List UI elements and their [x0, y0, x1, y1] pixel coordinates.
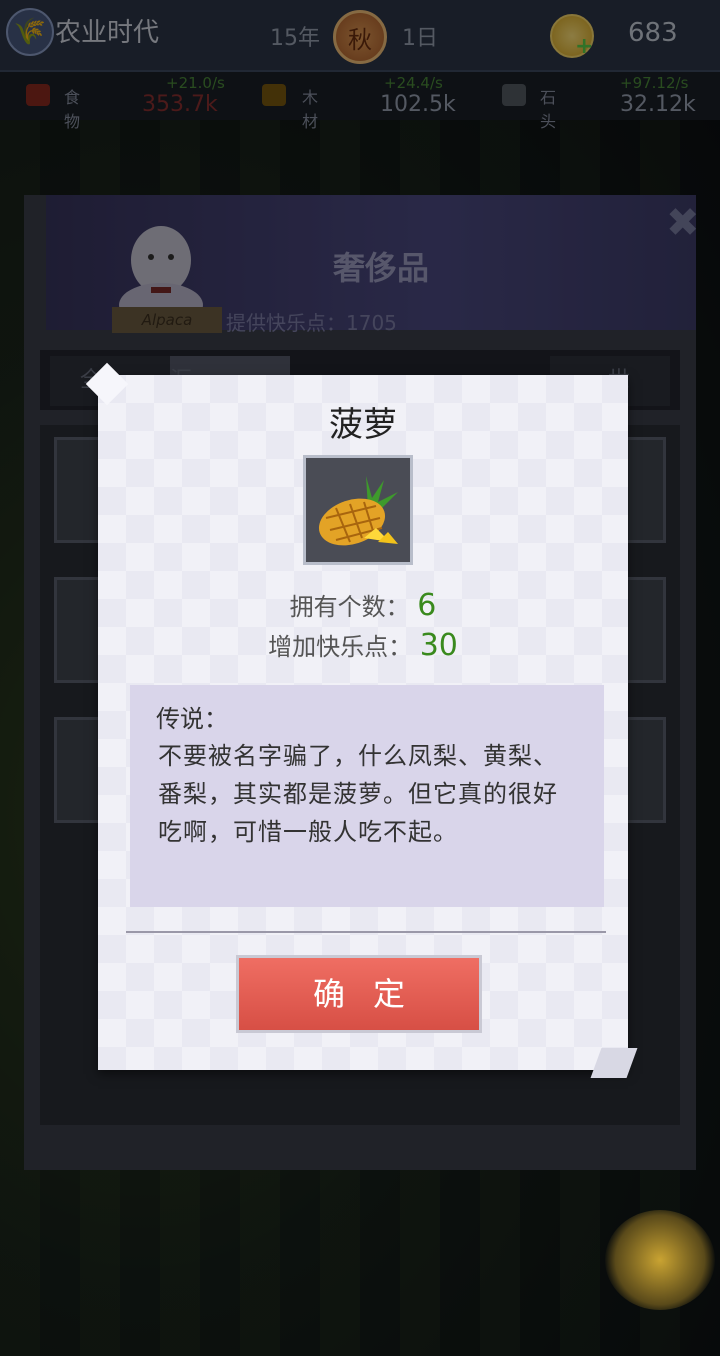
owned-label: 拥有个数： [289, 593, 410, 621]
pineapple-icon [303, 455, 413, 565]
owned-row: 拥有个数： 6 [98, 587, 628, 623]
pet-avatar-button[interactable] [605, 1210, 715, 1310]
divider [126, 931, 606, 933]
lore-text: 不要被名字骗了，什么凤梨、黄梨、番梨，其实都是菠萝。但它真的很好吃啊，可惜一般人… [158, 742, 558, 846]
lore-label: 传说： [156, 705, 228, 733]
item-detail-dialog: 菠萝 拥有个数： 6 增加快乐点： 30 传说： 不要被名字骗了，什么凤梨、黄梨… [98, 375, 628, 1070]
happiness-label: 增加快乐点： [268, 633, 413, 661]
item-name: 菠萝 [329, 405, 397, 445]
owned-value: 6 [417, 588, 437, 623]
happiness-value: 30 [419, 628, 458, 663]
lore-box: 传说： 不要被名字骗了，什么凤梨、黄梨、番梨，其实都是菠萝。但它真的很好吃啊，可… [130, 685, 604, 907]
confirm-button[interactable]: 确定 [236, 955, 482, 1033]
happiness-row: 增加快乐点： 30 [98, 627, 628, 663]
